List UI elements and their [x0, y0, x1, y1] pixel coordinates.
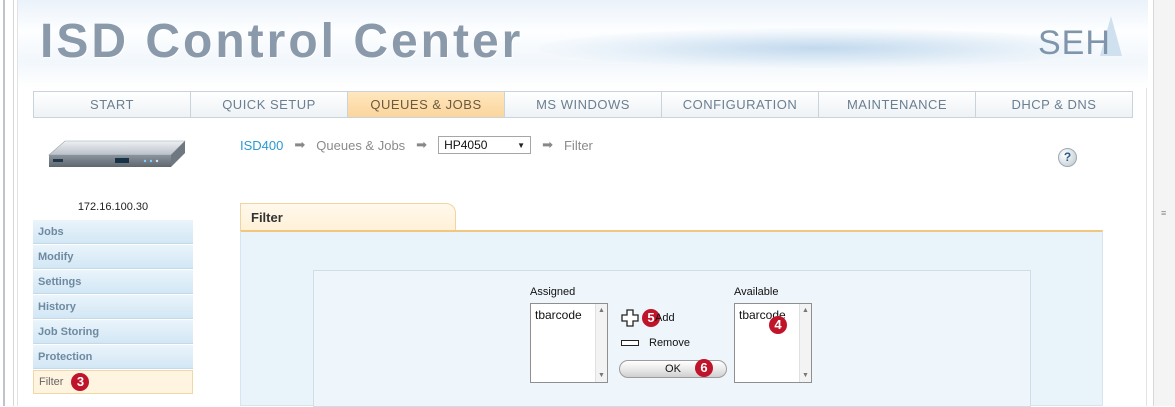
sidebar-menu: Jobs Modify Settings History Job Storing…	[33, 220, 193, 395]
right-frame-rail[interactable]: ≡	[1153, 0, 1175, 406]
available-label: Available	[734, 286, 779, 298]
add-button[interactable]: 5 Add	[621, 309, 675, 327]
remove-label: Remove	[649, 337, 690, 349]
filter-box: Assigned Available tbarcode ▲ ▼ 5 Add Re…	[313, 270, 1031, 407]
sidebar-item-job-storing[interactable]: Job Storing	[33, 320, 193, 344]
callout-badge-6: 6	[695, 359, 713, 377]
scroll-down-icon[interactable]: ▼	[802, 372, 809, 379]
header-banner: ISD Control Center SEH	[18, 0, 1148, 88]
tab-configuration[interactable]: CONFIGURATION	[662, 92, 819, 117]
sidebar-item-modify[interactable]: Modify	[33, 245, 193, 269]
breadcrumb-arrow-icon: ➡	[542, 137, 553, 152]
sidebar-item-filter-label: Filter	[39, 376, 64, 388]
sidebar: 172.16.100.30 Jobs Modify Settings Histo…	[33, 124, 193, 406]
scrollbar[interactable]: ▲ ▼	[799, 304, 811, 382]
main-nav: START QUICK SETUP QUEUES & JOBS MS WINDO…	[33, 91, 1133, 118]
printer-select[interactable]: HP4050 ▼	[438, 136, 532, 154]
filter-panel-tab: Filter	[240, 203, 456, 231]
remove-button[interactable]: Remove	[621, 337, 690, 349]
callout-badge-4: 4	[769, 316, 787, 334]
available-listbox[interactable]: tbarcode ▲ ▼	[734, 303, 812, 383]
sidebar-item-jobs[interactable]: Jobs	[33, 220, 193, 244]
breadcrumb-current-page: Filter	[563, 137, 593, 153]
assigned-listbox[interactable]: tbarcode ▲ ▼	[530, 303, 608, 383]
printer-select-value: HP4050	[444, 138, 488, 152]
device-card: 172.16.100.30	[33, 124, 193, 220]
print-server-device-icon	[48, 140, 186, 167]
breadcrumb-section: Queues & Jobs	[316, 137, 406, 153]
minus-icon	[621, 340, 639, 346]
scroll-up-icon[interactable]: ▲	[598, 307, 605, 314]
tab-ms-windows[interactable]: MS WINDOWS	[505, 92, 662, 117]
sidebar-item-settings[interactable]: Settings	[33, 270, 193, 294]
help-icon[interactable]: ?	[1058, 148, 1077, 167]
add-label: Add	[655, 312, 675, 324]
sidebar-item-history[interactable]: History	[33, 295, 193, 319]
seh-logo: SEH	[1038, 24, 1111, 62]
browser-frame: ISD Control Center SEH START QUICK SETUP…	[0, 0, 1175, 407]
device-ip: 172.16.100.30	[77, 201, 149, 213]
tab-queues-jobs[interactable]: QUEUES & JOBS	[348, 92, 505, 117]
breadcrumb-root-link[interactable]: ISD400	[240, 138, 283, 153]
ok-button[interactable]: OK 6	[619, 359, 727, 378]
app-title: ISD Control Center	[40, 15, 524, 68]
banner-swoosh	[538, 28, 1098, 68]
breadcrumb: ISD400 ➡ Queues & Jobs ➡ HP4050 ▼ ➡ Filt…	[240, 136, 593, 154]
tab-quick-setup[interactable]: QUICK SETUP	[191, 92, 348, 117]
assigned-list-item[interactable]: tbarcode	[535, 308, 582, 322]
filter-panel: Assigned Available tbarcode ▲ ▼ 5 Add Re…	[240, 230, 1103, 407]
breadcrumb-arrow-icon: ➡	[416, 137, 428, 152]
scroll-up-icon[interactable]: ▲	[802, 307, 809, 314]
scroll-down-icon[interactable]: ▼	[598, 372, 605, 379]
tab-dhcp-dns[interactable]: DHCP & DNS	[976, 92, 1132, 117]
tab-start[interactable]: START	[34, 92, 191, 117]
sidebar-item-filter[interactable]: Filter 3	[33, 370, 193, 394]
ok-label: OK	[665, 363, 681, 375]
sidebar-item-protection[interactable]: Protection	[33, 345, 193, 369]
left-frame-rail	[0, 0, 14, 406]
app-window: ISD Control Center SEH START QUICK SETUP…	[17, 0, 1148, 407]
callout-badge-3: 3	[71, 373, 90, 391]
resize-grip-icon[interactable]: ≡	[1161, 208, 1166, 218]
plus-icon	[621, 309, 639, 327]
assigned-label: Assigned	[530, 286, 576, 298]
breadcrumb-arrow-icon: ➡	[294, 137, 306, 152]
chevron-down-icon: ▼	[517, 140, 526, 150]
tab-maintenance[interactable]: MAINTENANCE	[819, 92, 976, 117]
scrollbar[interactable]: ▲ ▼	[595, 304, 607, 382]
